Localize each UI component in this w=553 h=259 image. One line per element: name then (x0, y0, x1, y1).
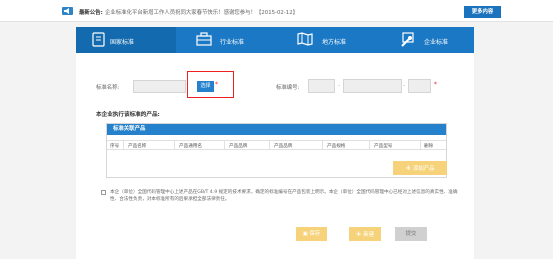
save-label: 保存 (309, 231, 321, 237)
column-header: 产品名称 (128, 144, 147, 149)
notice-label: 最新公告: (79, 10, 103, 16)
code-separator: - (403, 82, 406, 89)
table-title: 标准关联产品 (107, 124, 446, 135)
tab-local-standard[interactable]: 地方标准 (276, 27, 376, 53)
agreement-statement: 本企（单位）全国代码管理中心上述产品在GB/T 4.9 规定的技术要求，确定的标… (110, 190, 458, 202)
notice-bar: 最新公告: 企业标准化平台新增工作人员祝同大家春节快乐！感谢您参与！【2015-… (0, 0, 553, 22)
column-header: 产品通用名 (179, 144, 202, 149)
tab-enterprise-standard[interactable]: 企业标准 (376, 27, 474, 53)
highlight-box (187, 71, 234, 98)
required-mark: * (434, 81, 437, 88)
plus-icon: + (355, 230, 362, 238)
tab-label: 地方标准 (322, 39, 347, 46)
column-header: 删除 (424, 144, 434, 149)
save-button[interactable]: ▣ 保存 (296, 227, 327, 241)
tab-industry-standard[interactable]: 行业标准 (176, 27, 276, 53)
column-header: 产品品牌 (229, 144, 248, 149)
column-header: 产品型号 (374, 144, 393, 149)
standard-code-part3-input[interactable] (408, 79, 431, 93)
speaker-icon (62, 7, 73, 15)
submit-button[interactable]: 提交 (395, 227, 427, 241)
column-header: 序号 (110, 144, 120, 149)
column-header: 产品规格 (327, 144, 346, 149)
code-separator: - (338, 82, 341, 89)
wrench-icon (400, 32, 416, 49)
notice-text[interactable]: 企业标准化平台新增工作人员祝同大家春节快乐！感谢您参与！【2015-02-12】 (105, 8, 298, 16)
standard-code-label: 标准编号: (276, 85, 300, 91)
standard-code-part2-input[interactable] (343, 79, 402, 93)
add-product-button[interactable]: + 添加产品 (393, 161, 447, 175)
tab-national-standard[interactable]: 国家标准 (76, 27, 176, 57)
standard-name-input[interactable] (133, 80, 186, 93)
agreement-checkbox[interactable] (101, 190, 106, 195)
map-icon (297, 32, 313, 48)
briefcase-icon (196, 32, 212, 48)
tab-label: 行业标准 (220, 39, 245, 46)
table-header: 序号 产品名称 产品通用名 产品品牌 产品品牌 产品规格 产品型号 删除 (107, 140, 446, 150)
new-button[interactable]: + 新建 (349, 227, 381, 241)
plus-icon: + (405, 164, 412, 172)
more-content-button[interactable]: 更多内容 (464, 6, 501, 18)
section-title: 本企业执行该标准的产品: (96, 112, 160, 118)
save-icon: ▣ (302, 231, 308, 237)
book-icon (92, 32, 105, 49)
tab-label: 企业标准 (424, 39, 449, 46)
standard-type-tabs: 国家标准 行业标准 地方标准 企业标准 (76, 27, 474, 57)
add-product-label: 添加产品 (413, 166, 435, 172)
new-label: 新建 (363, 232, 375, 238)
standard-code-part1-input[interactable] (308, 79, 335, 93)
standard-name-label: 标准名称: (96, 85, 120, 91)
tab-label: 国家标准 (110, 39, 135, 46)
column-header: 产品品牌 (274, 144, 293, 149)
